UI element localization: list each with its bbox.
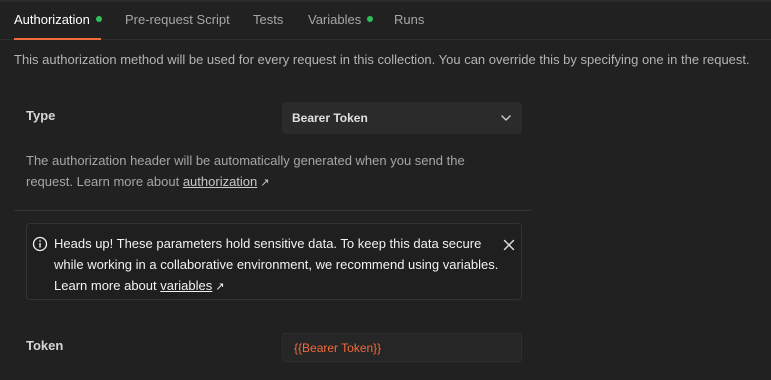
active-tab-indicator	[14, 38, 101, 40]
token-label: Token	[26, 338, 64, 353]
status-dot	[95, 16, 102, 22]
external-link-icon: ↗	[215, 281, 225, 293]
status-dot	[367, 16, 374, 22]
auth-help-text: The authorization header will be automat…	[26, 150, 496, 194]
tab-label: Authorization	[14, 12, 90, 27]
tab-runs[interactable]: Runs	[394, 12, 424, 27]
alert-message: Heads up! These parameters hold sensitiv…	[54, 233, 504, 298]
info-icon	[32, 236, 48, 252]
section-divider	[14, 210, 532, 211]
tab-bar: Authorization Pre-request Script Tests V…	[0, 0, 771, 40]
tab-label: Pre-request Script	[125, 12, 230, 27]
tab-label: Runs	[394, 12, 425, 27]
tab-variables[interactable]: Variables	[308, 12, 374, 27]
authorization-link[interactable]: authorization	[183, 174, 257, 189]
alert-text: Heads up! These parameters hold sensitiv…	[54, 236, 499, 293]
tab-label: Variables	[308, 12, 362, 27]
token-input[interactable]: {{Bearer Token}}	[282, 333, 522, 362]
auth-description: This authorization method will be used f…	[14, 52, 750, 67]
chevron-down-icon	[500, 112, 512, 124]
tab-label: Tests	[253, 12, 284, 27]
tab-tests[interactable]: Tests	[253, 12, 283, 27]
tab-authorization[interactable]: Authorization	[14, 12, 102, 27]
external-link-icon: ↗	[260, 177, 270, 189]
tab-pre-request-script[interactable]: Pre-request Script	[125, 12, 230, 27]
auth-type-value: Bearer Token	[292, 111, 368, 125]
type-label: Type	[26, 108, 56, 123]
token-value: {{Bearer Token}}	[294, 340, 382, 355]
sensitive-data-alert: Heads up! These parameters hold sensitiv…	[26, 223, 522, 300]
auth-type-select[interactable]: Bearer Token	[282, 102, 522, 134]
close-icon[interactable]	[503, 238, 515, 251]
variables-link[interactable]: variables	[160, 278, 212, 293]
tab-divider	[0, 39, 771, 40]
